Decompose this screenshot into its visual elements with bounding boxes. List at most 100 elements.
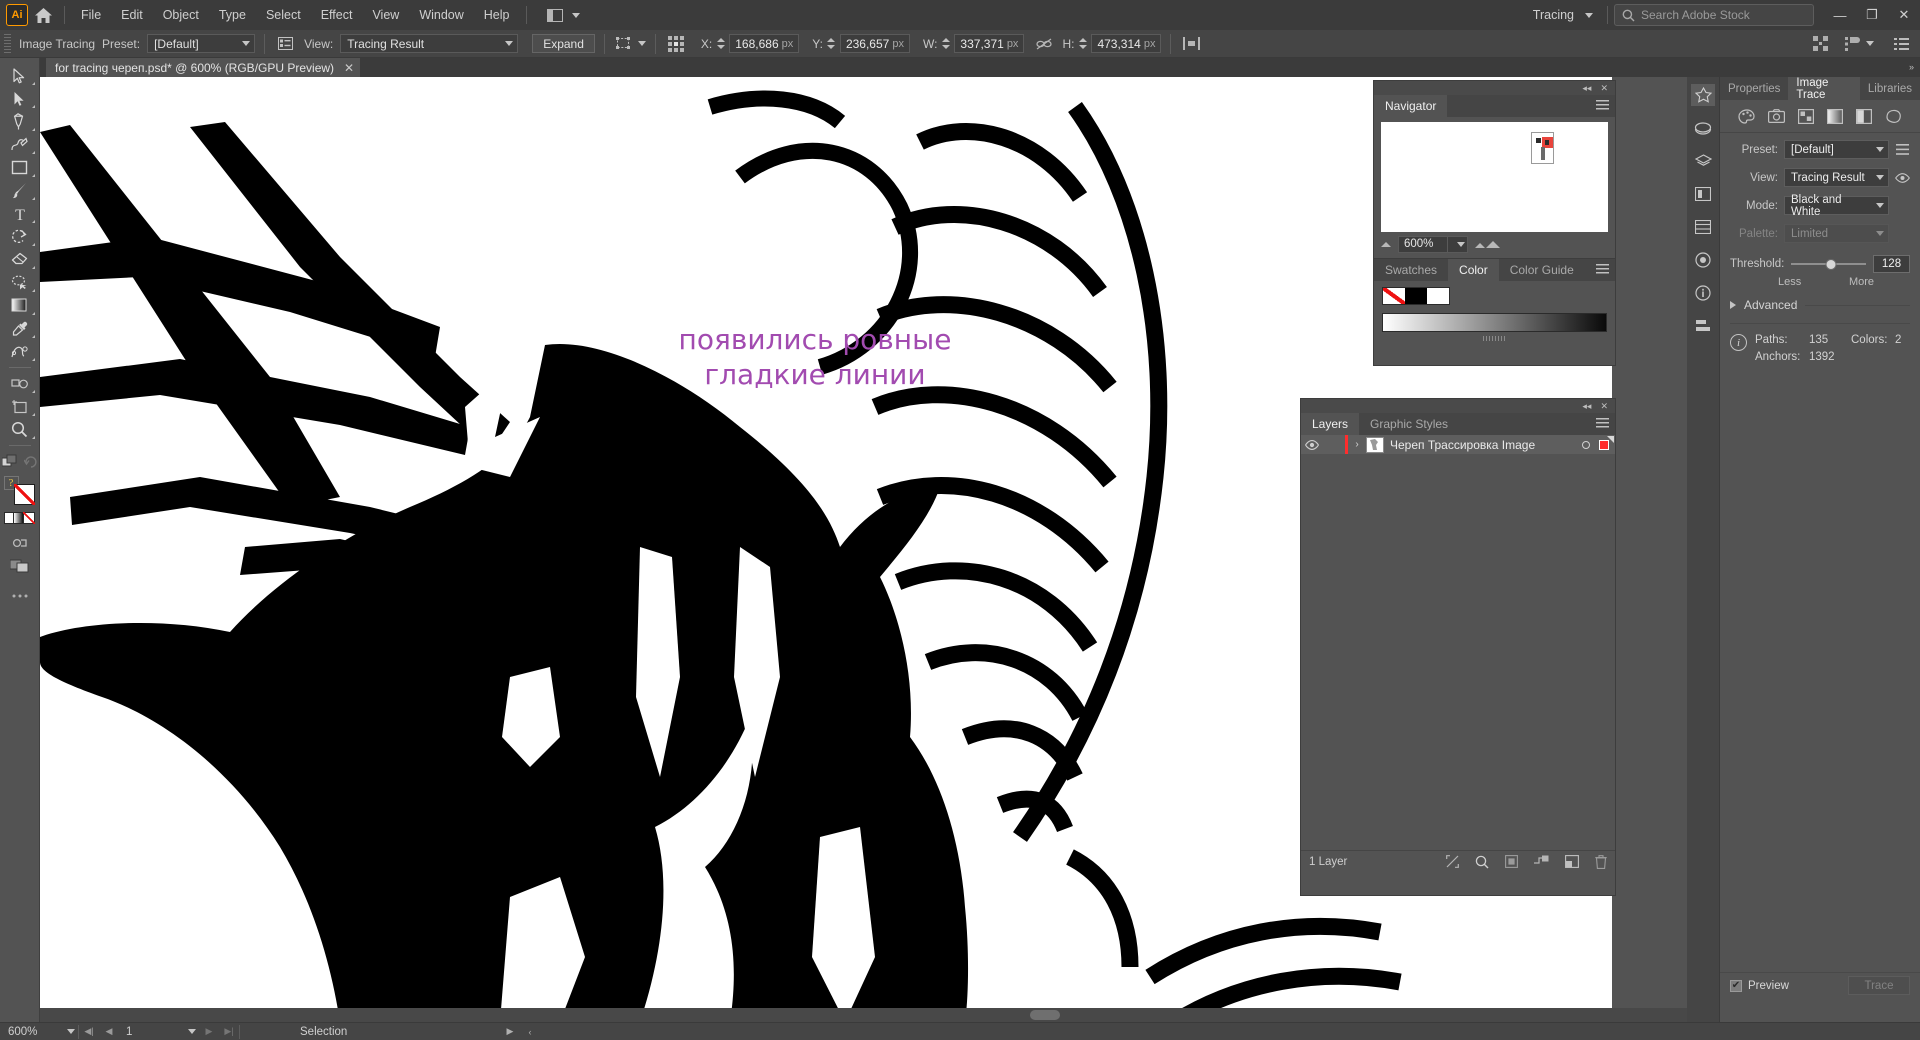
preset-menu-icon[interactable]	[1895, 144, 1910, 155]
tab-navigator[interactable]: Navigator	[1374, 95, 1448, 117]
zoom-tool[interactable]	[3, 418, 37, 441]
chevron-down-icon[interactable]	[637, 41, 646, 46]
direct-selection-tool[interactable]	[3, 87, 37, 110]
black-and-white-icon[interactable]	[1856, 108, 1872, 124]
tab-color-guide[interactable]: Color Guide	[1499, 259, 1585, 281]
y-input[interactable]: 236,657 px	[839, 34, 910, 53]
horizontal-scrollbar[interactable]	[40, 1008, 1906, 1022]
next-page-icon[interactable]: ▶	[199, 1026, 219, 1037]
restore-button[interactable]: ❐	[1856, 0, 1888, 30]
workspace-switcher[interactable]: Tracing	[1525, 5, 1601, 25]
none-color-swatch[interactable]	[1383, 288, 1405, 304]
first-page-icon[interactable]: ◀|	[79, 1026, 99, 1037]
y-stepper[interactable]	[826, 35, 837, 53]
fill-color-swatch[interactable]	[13, 484, 35, 505]
libraries-rail-icon[interactable]	[1691, 117, 1715, 139]
new-layer-icon[interactable]	[1565, 855, 1579, 868]
threshold-knob[interactable]	[1825, 258, 1837, 270]
close-icon[interactable]: ✕	[1600, 83, 1608, 93]
expand-button[interactable]: Expand	[532, 34, 595, 53]
horizontal-scroll-thumb[interactable]	[1030, 1010, 1060, 1020]
properties-icon[interactable]	[1841, 34, 1863, 54]
menu-help[interactable]: Help	[474, 4, 520, 26]
panel-menu-icon[interactable]	[1596, 100, 1609, 111]
panel-menu-icon[interactable]	[1596, 264, 1609, 275]
trace-button[interactable]: Trace	[1848, 976, 1910, 995]
screen-mode-icon[interactable]	[3, 554, 37, 577]
eye-icon[interactable]	[1895, 172, 1910, 183]
previous-page-icon[interactable]: ◀	[99, 1026, 119, 1037]
status-page-dropdown[interactable]	[179, 1029, 199, 1034]
preview-checkbox[interactable]: ✔	[1730, 979, 1742, 992]
tab-image-trace[interactable]: Image Trace	[1788, 77, 1860, 101]
draw-mode-icon[interactable]	[3, 531, 37, 554]
menu-window[interactable]: Window	[409, 4, 473, 26]
image-trace-panel-icon[interactable]	[274, 34, 296, 54]
menu-effect[interactable]: Effect	[311, 4, 363, 26]
info-rail-icon[interactable]	[1691, 282, 1715, 304]
chevron-down-icon[interactable]	[1866, 41, 1874, 46]
lasso-tool[interactable]	[3, 271, 37, 294]
close-icon[interactable]: ✕	[1600, 401, 1608, 411]
menu-edit[interactable]: Edit	[111, 4, 153, 26]
collapse-icon[interactable]: ◂◂	[1582, 83, 1591, 93]
rotate-tool[interactable]	[3, 225, 37, 248]
blend-tool[interactable]	[3, 340, 37, 363]
black-color-swatch[interactable]	[1405, 288, 1427, 304]
view-dropdown[interactable]: Tracing Result	[340, 34, 519, 53]
paintbrush-tool[interactable]	[3, 179, 37, 202]
navigator-zoom-value[interactable]: 600%	[1398, 235, 1448, 253]
properties-rail-icon[interactable]	[1691, 84, 1715, 106]
eyedropper-tool[interactable]	[3, 317, 37, 340]
advanced-section[interactable]: Advanced	[1720, 294, 1920, 316]
curvature-tool[interactable]	[3, 133, 37, 156]
brushes-rail-icon[interactable]	[1691, 216, 1715, 238]
rectangle-tool[interactable]	[3, 156, 37, 179]
change-screen-mode-icon[interactable]	[1, 454, 18, 469]
color-mode-none[interactable]	[23, 512, 35, 524]
low-fidelity-photo-icon[interactable]	[1798, 108, 1814, 124]
close-icon[interactable]: ✕	[344, 61, 354, 75]
preset-dropdown[interactable]: [Default]	[1784, 140, 1889, 159]
make-mask-icon[interactable]	[1505, 855, 1518, 868]
pen-tool[interactable]	[3, 110, 37, 133]
tab-libraries[interactable]: Libraries	[1860, 77, 1920, 100]
white-color-swatch[interactable]	[1427, 288, 1449, 304]
x-input[interactable]: 168,686 px	[729, 34, 800, 53]
navigator-zoom-control[interactable]: 600%	[1398, 235, 1468, 253]
menu-type[interactable]: Type	[209, 4, 256, 26]
align-grid-icon[interactable]	[665, 34, 691, 54]
target-circle-icon[interactable]	[1582, 440, 1590, 449]
search-icon[interactable]	[1475, 855, 1489, 869]
w-input[interactable]: 337,371 px	[954, 34, 1025, 53]
align-rail-icon[interactable]	[1691, 315, 1715, 337]
document-tab[interactable]: for tracing череп.psd* @ 600% (RGB/GPU P…	[46, 58, 361, 77]
create-sublayer-icon[interactable]	[1534, 855, 1549, 868]
tab-swatches[interactable]: Swatches	[1374, 259, 1448, 281]
x-stepper[interactable]	[715, 35, 726, 53]
selection-tool[interactable]	[3, 64, 37, 87]
menu-object[interactable]: Object	[153, 4, 209, 26]
threshold-value-input[interactable]: 128	[1873, 255, 1910, 273]
preset-dropdown[interactable]: [Default]	[147, 34, 256, 53]
eraser-tool[interactable]	[3, 248, 37, 271]
panel-menu-icon[interactable]	[1596, 418, 1609, 429]
zoom-out-icon[interactable]	[1381, 241, 1391, 247]
collapse-icon[interactable]: ◂◂	[1582, 401, 1591, 411]
expand-dock-icon[interactable]: »	[1909, 63, 1914, 72]
dock-header[interactable]: »	[1720, 58, 1920, 77]
tab-layers[interactable]: Layers	[1301, 413, 1360, 435]
collapse-icon[interactable]: ‹	[520, 1027, 540, 1037]
artboard-tool[interactable]	[3, 395, 37, 418]
layers-rail-icon[interactable]	[1691, 150, 1715, 172]
minimize-button[interactable]: —	[1824, 0, 1856, 30]
navigator-zoom-dropdown[interactable]	[1448, 235, 1468, 253]
close-button[interactable]: ✕	[1888, 0, 1920, 30]
high-fidelity-photo-icon[interactable]	[1768, 109, 1785, 123]
control-bar-grip[interactable]	[4, 33, 11, 54]
undo-icon[interactable]	[23, 455, 38, 468]
w-stepper[interactable]	[940, 35, 951, 53]
distribute-icon[interactable]	[1180, 34, 1202, 54]
eye-icon[interactable]	[1301, 439, 1323, 450]
layers-list-body[interactable]	[1301, 454, 1615, 850]
